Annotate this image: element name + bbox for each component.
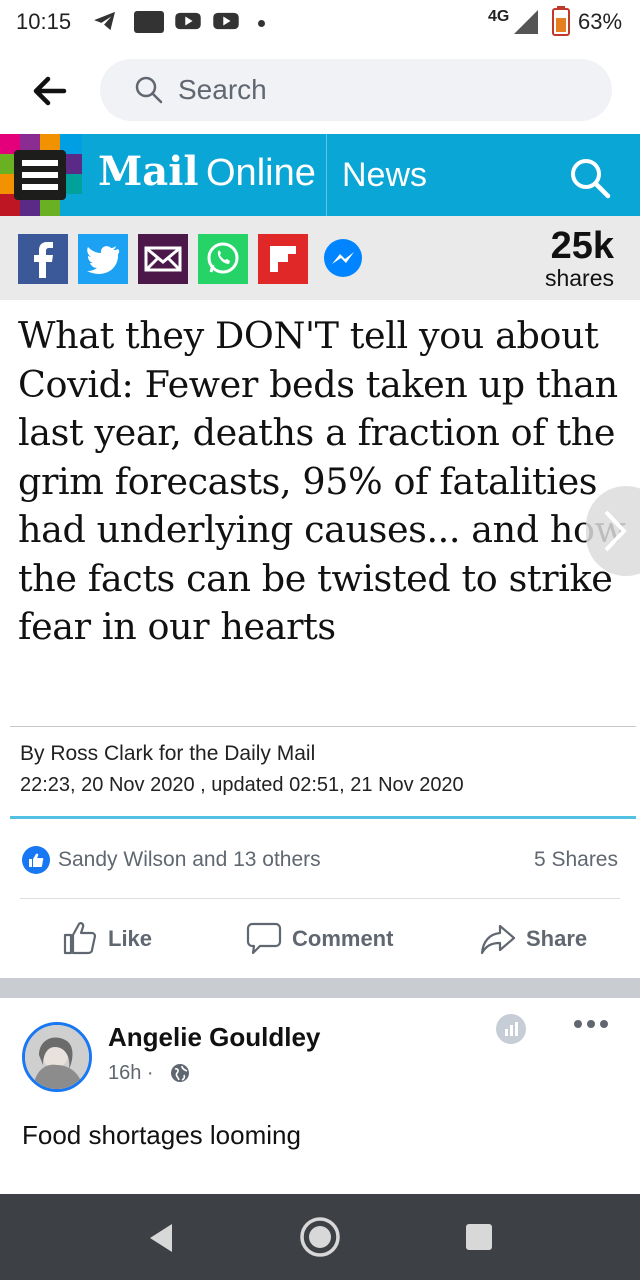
share-count: 25k shares xyxy=(545,226,614,290)
whatsapp-share-icon[interactable] xyxy=(198,234,248,284)
comment-label: Comment xyxy=(292,926,394,951)
nav-home-icon[interactable] xyxy=(298,1215,342,1259)
article-headline[interactable]: What they DON'T tell you about Covid: Fe… xyxy=(18,312,626,652)
reactions-summary[interactable]: Sandy Wilson and 13 others xyxy=(58,848,321,872)
site-header: Mail Online News xyxy=(0,134,640,216)
share-label: Share xyxy=(526,926,588,951)
like-reaction-icon[interactable] xyxy=(22,846,50,874)
like-button[interactable]: Like xyxy=(62,918,212,962)
brand-online: Online xyxy=(206,152,316,194)
menu-icon[interactable] xyxy=(0,134,82,216)
brand-mail: Mail xyxy=(98,148,199,195)
divider xyxy=(10,726,636,727)
search-icon[interactable] xyxy=(566,154,614,202)
search-icon xyxy=(135,76,163,104)
share-count-number: 25k xyxy=(550,225,614,267)
avatar[interactable] xyxy=(22,1022,92,1092)
share-button[interactable]: Share xyxy=(480,918,620,962)
flipboard-share-icon[interactable] xyxy=(258,234,308,284)
network-type: 4G xyxy=(488,8,510,25)
post-text: Food shortages looming xyxy=(22,1120,301,1150)
divider xyxy=(10,816,636,819)
header-divider xyxy=(326,134,327,216)
post-time[interactable]: 16h · xyxy=(108,1062,154,1085)
youtube-icon xyxy=(175,12,201,30)
facebook-share-icon[interactable] xyxy=(18,234,68,284)
section-news[interactable]: News xyxy=(342,156,427,195)
comment-icon xyxy=(246,922,282,955)
nav-back-icon[interactable] xyxy=(146,1222,176,1254)
article-date: 22:23, 20 Nov 2020 , updated 02:51, 21 N… xyxy=(20,774,464,796)
notification-dot-icon xyxy=(258,20,265,27)
twitter-share-icon[interactable] xyxy=(78,234,128,284)
search-bar: Search xyxy=(0,46,640,134)
messenger-share-icon[interactable] xyxy=(318,234,368,284)
insights-icon[interactable] xyxy=(496,1014,526,1044)
post-author[interactable]: Angelie Gouldley xyxy=(108,1022,320,1053)
more-options-icon[interactable] xyxy=(573,1018,609,1030)
avatar-photo xyxy=(25,1025,89,1089)
navigation-bar xyxy=(0,1194,640,1280)
signal-icon xyxy=(514,10,538,34)
search-placeholder: Search xyxy=(178,74,267,105)
search-input[interactable]: Search xyxy=(100,59,612,121)
globe-icon xyxy=(171,1064,189,1082)
shares-count[interactable]: 5 Shares xyxy=(534,848,618,872)
share-arrow-icon xyxy=(480,924,516,955)
battery-icon xyxy=(552,6,570,36)
youtube-icon xyxy=(213,12,239,30)
share-count-label: shares xyxy=(544,265,614,291)
status-time: 10:15 xyxy=(16,9,72,34)
divider xyxy=(20,898,620,899)
thumbs-up-icon xyxy=(63,922,97,955)
feed-separator xyxy=(0,978,640,998)
bar-chart-icon xyxy=(505,1022,518,1036)
battery-percent: 63% xyxy=(578,9,623,34)
like-label: Like xyxy=(108,926,153,951)
nav-recents-icon[interactable] xyxy=(465,1223,493,1251)
article-byline: By Ross Clark for the Daily Mail xyxy=(20,742,316,765)
share-bar: 25k shares xyxy=(0,216,640,300)
chevron-right-icon xyxy=(604,510,627,552)
status-bar: 10:15 4G 63% xyxy=(0,0,640,46)
telegram-icon xyxy=(94,11,115,31)
app-icon xyxy=(134,11,164,33)
comment-button[interactable]: Comment xyxy=(246,918,426,962)
back-arrow-icon[interactable] xyxy=(30,71,70,111)
email-share-icon[interactable] xyxy=(138,234,188,284)
